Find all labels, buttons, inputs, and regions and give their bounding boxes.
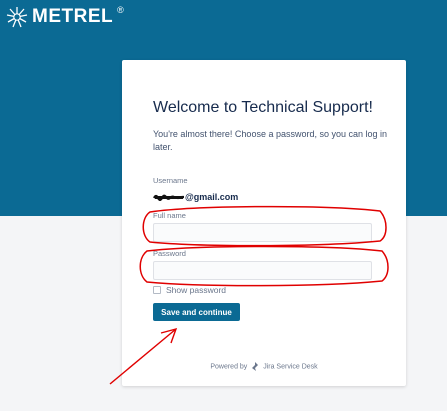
jira-service-desk-icon (252, 362, 259, 371)
fullname-input[interactable] (153, 223, 372, 242)
password-input[interactable] (153, 261, 372, 280)
powered-by-product[interactable]: Jira Service Desk (263, 363, 317, 370)
fullname-label: Full name (153, 211, 186, 220)
metrel-logo-icon (6, 7, 28, 28)
save-and-continue-button[interactable]: Save and continue (153, 303, 240, 321)
username-value: @gmail.com (153, 192, 238, 202)
show-password-checkbox[interactable] (153, 286, 161, 294)
powered-by: Powered by Jira Service Desk (122, 362, 406, 371)
password-label: Password (153, 249, 186, 258)
intro-text: You're almost there! Choose a password, … (153, 129, 388, 152)
brand-name: METREL (32, 6, 114, 27)
username-domain: @gmail.com (185, 192, 239, 202)
show-password-label[interactable]: Show password (166, 285, 226, 295)
redaction-scribble-icon (153, 194, 184, 202)
powered-by-text: Powered by (210, 363, 248, 371)
brand-logo: METREL ® (6, 5, 124, 28)
signup-card: Welcome to Technical Support! You're alm… (122, 60, 406, 386)
registered-mark: ® (117, 5, 124, 15)
page-title: Welcome to Technical Support! (153, 99, 373, 116)
username-label: Username (153, 176, 188, 185)
